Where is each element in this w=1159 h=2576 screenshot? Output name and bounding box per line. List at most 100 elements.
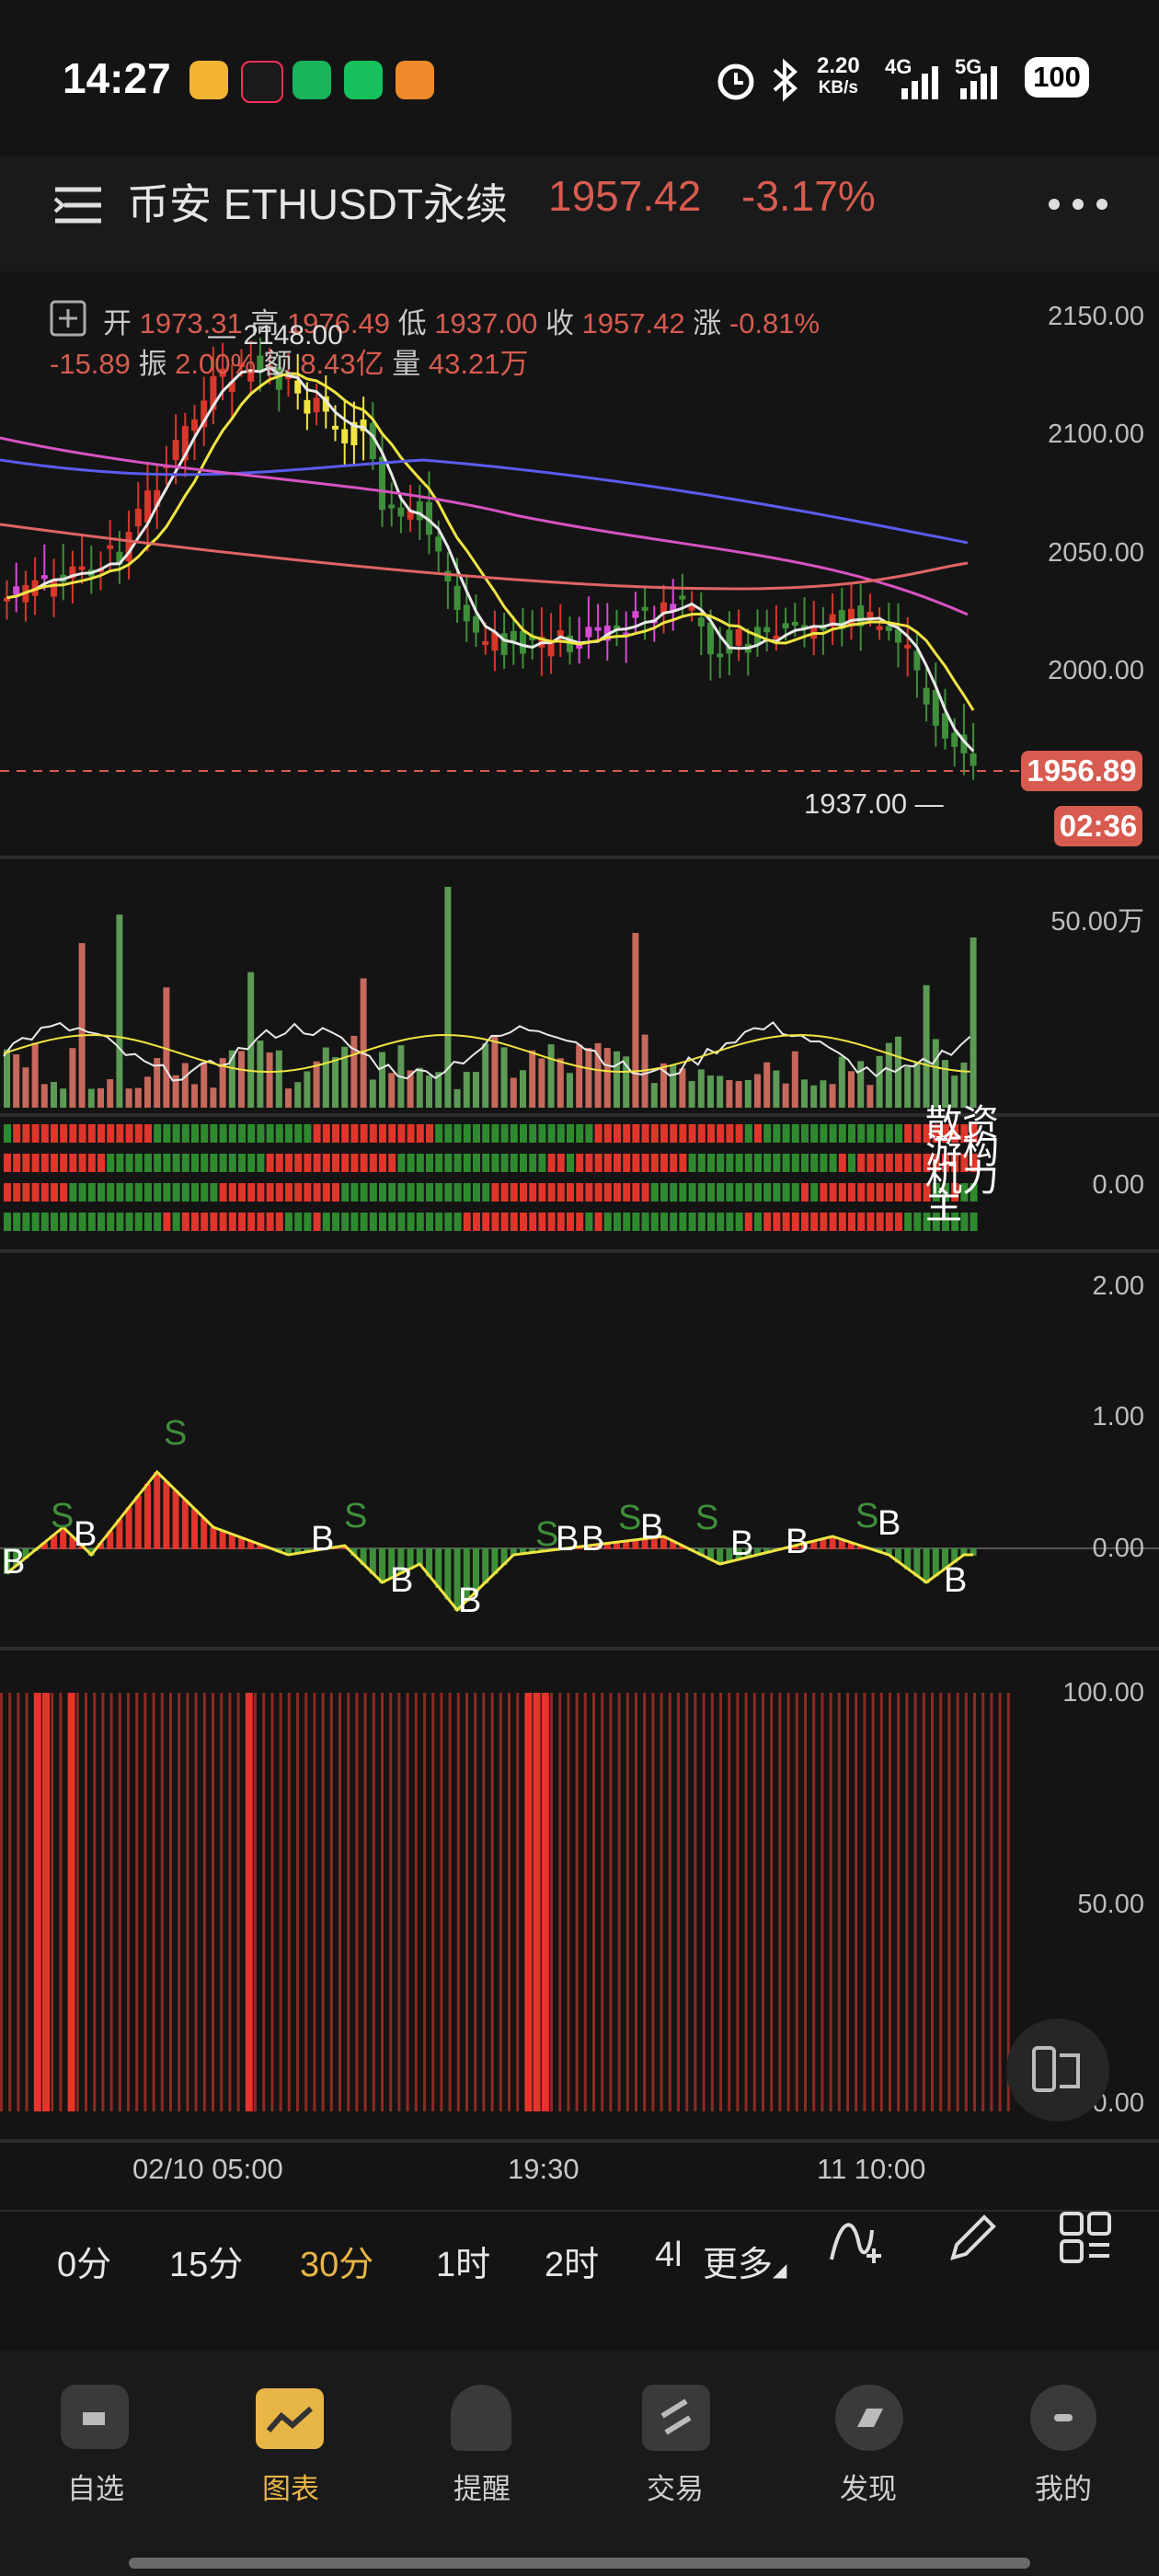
fund-strip-cell bbox=[820, 1154, 828, 1172]
fund-strip-cell bbox=[810, 1183, 819, 1202]
fund-strip-cell bbox=[838, 1124, 846, 1143]
candle-body bbox=[876, 626, 883, 630]
tab-0min[interactable]: 0分 bbox=[57, 2236, 111, 2286]
fund-strip-cell bbox=[350, 1154, 359, 1172]
fund-strip-cell bbox=[735, 1124, 743, 1143]
strength-bar bbox=[668, 1693, 671, 2111]
fund-strip-cell bbox=[285, 1154, 293, 1172]
fund-strip-cell bbox=[31, 1154, 40, 1172]
nav-chart[interactable]: 图表 bbox=[235, 2466, 346, 2507]
tab-more[interactable]: 更多◢ bbox=[703, 2236, 786, 2286]
gesture-bar[interactable] bbox=[129, 2558, 1030, 2569]
strength-bar bbox=[414, 1693, 418, 2111]
fund-strip-cell bbox=[801, 1124, 809, 1143]
fund-strip-cell bbox=[228, 1183, 236, 1202]
fund-strip-cell bbox=[116, 1124, 124, 1143]
trade-icon[interactable] bbox=[642, 2385, 710, 2451]
candle-body bbox=[473, 615, 479, 633]
osc-hist-bar bbox=[923, 1548, 930, 1583]
candle-body bbox=[463, 604, 470, 622]
candle-body bbox=[510, 630, 517, 641]
fund-strip-cell bbox=[369, 1213, 377, 1231]
landscape-toggle-button[interactable] bbox=[1006, 2018, 1109, 2122]
indicator-add-icon[interactable] bbox=[826, 2208, 885, 2267]
fund-strip-cell bbox=[379, 1154, 386, 1172]
candle-body bbox=[594, 627, 602, 631]
fund-strip-cell bbox=[529, 1154, 537, 1172]
fund-strip-cell bbox=[125, 1213, 133, 1231]
fund-strip-cell bbox=[266, 1213, 274, 1231]
fund-strip-cell bbox=[134, 1183, 143, 1202]
fund-strip-cell bbox=[247, 1213, 256, 1231]
discover-icon[interactable] bbox=[835, 2385, 903, 2451]
menu-icon[interactable] bbox=[52, 182, 105, 228]
fund-strip-cell bbox=[885, 1183, 893, 1202]
candle-body bbox=[679, 595, 686, 600]
osc-hist-bar bbox=[435, 1548, 442, 1588]
orange-app-icon bbox=[396, 61, 434, 99]
volume-bar bbox=[801, 1079, 808, 1108]
strength-bar bbox=[287, 1693, 291, 2111]
symbol-title[interactable]: 币安 ETHUSDT永续 bbox=[127, 171, 508, 232]
draw-pencil-icon[interactable] bbox=[944, 2208, 1003, 2267]
strength-bar bbox=[981, 1693, 985, 2111]
watchlist-icon[interactable] bbox=[61, 2385, 129, 2449]
fund-strip-cell bbox=[163, 1213, 171, 1231]
candle-body bbox=[791, 621, 798, 626]
y-tick-2150: 2150.00 bbox=[1048, 302, 1144, 331]
candle-body bbox=[697, 617, 705, 627]
nav-watchlist[interactable]: 自选 bbox=[40, 2466, 151, 2507]
strength-bar bbox=[998, 1693, 1002, 2111]
volume-bar bbox=[482, 1043, 489, 1108]
fund-strip-cell bbox=[557, 1154, 565, 1172]
battery-indicator: 100 bbox=[1025, 57, 1089, 98]
profile-icon[interactable] bbox=[1030, 2385, 1096, 2451]
fund-strip-cell bbox=[547, 1183, 556, 1202]
tab-15min[interactable]: 15分 bbox=[169, 2236, 243, 2286]
nav-trade[interactable]: 交易 bbox=[620, 2466, 730, 2507]
strength-bar bbox=[694, 1693, 697, 2111]
fund-strip-cell bbox=[623, 1124, 631, 1143]
signal-marker: B bbox=[944, 1561, 967, 1600]
fund-strip-cell bbox=[154, 1213, 162, 1231]
fund-strip-cell bbox=[107, 1124, 115, 1143]
strength-bar bbox=[837, 1693, 841, 2111]
fund-strip-cell bbox=[13, 1154, 21, 1172]
fund-strip-cell bbox=[791, 1154, 799, 1172]
fund-strip-cell bbox=[838, 1154, 846, 1172]
signal-marker: B bbox=[730, 1524, 753, 1563]
volume-bar bbox=[369, 1079, 376, 1108]
fund-strip-cell bbox=[51, 1213, 58, 1231]
fund-strip-cell bbox=[547, 1213, 556, 1231]
strength-bar bbox=[643, 1693, 647, 2111]
nav-profile[interactable]: 我的 bbox=[1008, 2466, 1119, 2507]
fund-strip-cell bbox=[688, 1213, 696, 1231]
bell-icon[interactable] bbox=[451, 2385, 511, 2451]
strength-bar bbox=[321, 1693, 325, 2111]
volume-bar bbox=[838, 1056, 845, 1108]
fund-strip-cell bbox=[585, 1154, 593, 1172]
fund-strip-cell bbox=[791, 1124, 799, 1143]
more-options-icon[interactable] bbox=[1045, 193, 1111, 215]
strength-bar bbox=[329, 1693, 333, 2111]
fund-strip-cell bbox=[294, 1154, 303, 1172]
nav-discover[interactable]: 发现 bbox=[813, 2466, 924, 2507]
fund-strip-cell bbox=[697, 1213, 706, 1231]
fund-strip-cell bbox=[529, 1183, 537, 1202]
strength-bar bbox=[829, 1693, 832, 2111]
tab-2h[interactable]: 2时 bbox=[545, 2236, 599, 2286]
fund-strip-cell bbox=[594, 1213, 602, 1231]
expand-plus-icon[interactable] bbox=[50, 300, 86, 337]
tab-1h[interactable]: 1时 bbox=[436, 2236, 490, 2286]
layout-grid-icon[interactable] bbox=[1056, 2208, 1115, 2267]
fund-strip-cell bbox=[69, 1124, 77, 1143]
nav-alerts[interactable]: 提醒 bbox=[427, 2466, 537, 2507]
tab-30min[interactable]: 30分 bbox=[300, 2236, 373, 2286]
osc-hist-bar bbox=[181, 1500, 189, 1549]
fund-strip-cell bbox=[773, 1124, 781, 1143]
strength-bar bbox=[685, 1693, 689, 2111]
fund-strip-cell bbox=[904, 1154, 912, 1172]
chart-icon[interactable] bbox=[256, 2388, 324, 2449]
tab-4h[interactable]: 4l bbox=[655, 2236, 683, 2275]
fund-strip-cell bbox=[98, 1213, 105, 1231]
